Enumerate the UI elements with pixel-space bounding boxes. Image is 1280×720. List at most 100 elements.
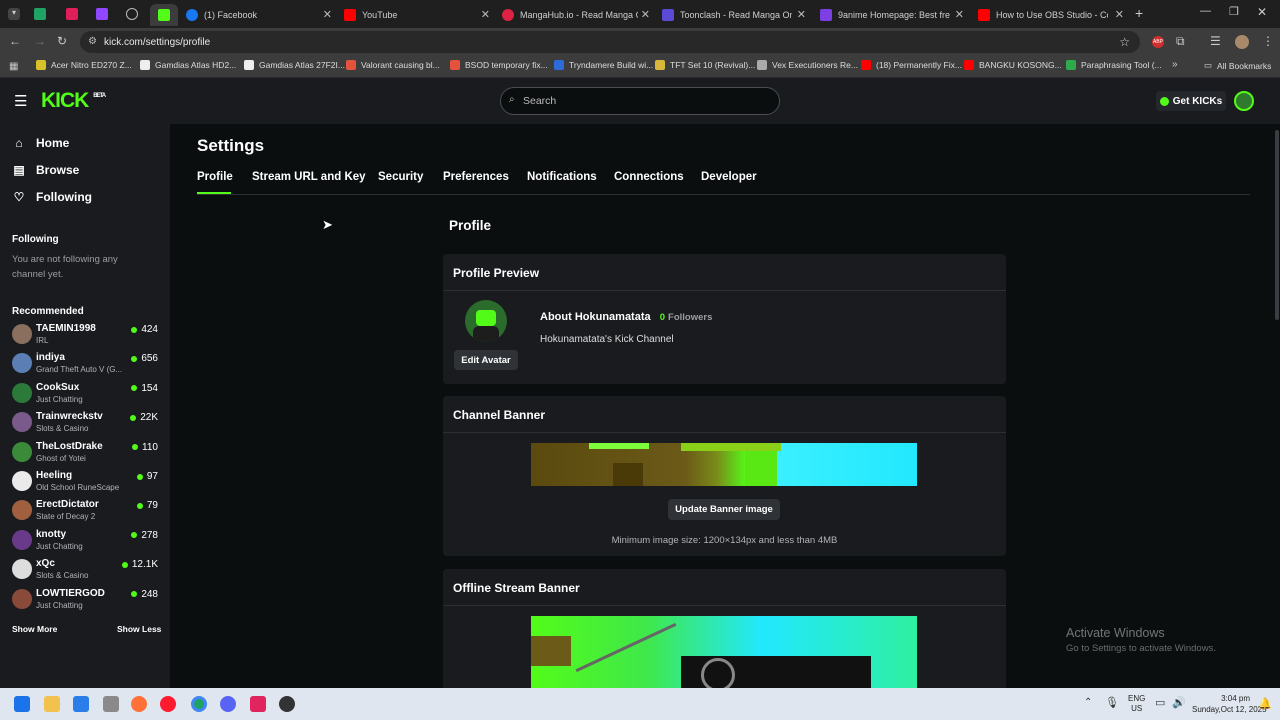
viewer-count-value: 22K [140,412,158,424]
url-bar[interactable]: ⚙ kick.com/settings/profile ☆ [80,31,1140,53]
tab-connections[interactable]: Connections [614,171,684,183]
tab-mangahub[interactable]: MangaHub.io - Read Manga Or ✕ [502,4,650,26]
apps-grid-icon[interactable]: ▦ [9,61,18,72]
close-icon[interactable]: ✕ [641,8,650,21]
back-icon[interactable]: ← [9,34,21,48]
mangahub-favicon-icon [502,9,514,21]
page-scrollbar[interactable] [1275,130,1279,320]
tab-facebook[interactable]: (1) Facebook ✕ [186,4,332,26]
sidebar: ⌂ Home ▤ Browse ♡ Following Following Yo… [0,124,170,688]
update-banner-button[interactable]: Update Banner image [668,499,780,520]
tray-chevron-icon[interactable]: ⌃ [1084,697,1092,708]
sidebar-item-home[interactable]: ⌂ Home [12,136,69,150]
close-window-icon[interactable]: ✕ [1257,5,1267,19]
channel-avatar [12,382,32,403]
close-icon[interactable]: ✕ [955,8,964,21]
kick-logo[interactable]: KICK BETA [41,89,106,113]
reading-list-icon[interactable]: ☰ [1210,34,1221,48]
recommended-channel[interactable]: ErectDictator State of Decay 2 79 [12,498,160,526]
network-icon[interactable]: ▭ [1155,696,1165,709]
minimize-icon[interactable]: — [1200,5,1211,17]
more-bookmarks-chevron-icon[interactable]: » [1172,59,1178,70]
tab-developer[interactable]: Developer [701,171,757,183]
tab-notifications[interactable]: Notifications [527,171,597,183]
bookmark-item[interactable]: Tryndamere Build wi... [554,60,653,70]
all-bookmarks-folder[interactable]: ▭ All Bookmarks [1204,60,1271,71]
site-info-icon[interactable]: ⚙ [88,36,97,47]
tab-search-icon[interactable]: ▾ [8,8,20,20]
bookmark-item[interactable]: TFT Set 10 (Revival)... [655,60,755,70]
snipping-tool-icon[interactable] [103,696,119,712]
bookmark-item[interactable]: Paraphrasing Tool (... [1066,60,1162,70]
recommended-channel[interactable]: Heeling Old School RuneScape 97 [12,469,160,497]
bookmark-item[interactable]: (18) Permanently Fix... [861,60,962,70]
pinned-tab-slack-icon[interactable] [66,8,78,20]
recommended-channel[interactable]: xQc Slots & Casino 12.1K [12,557,160,585]
bookmark-item[interactable]: BSOD temporary fix... [450,60,548,70]
reload-icon[interactable]: ↻ [57,34,67,48]
card-divider [443,432,1006,433]
adblock-extension-icon[interactable]: ABP [1152,36,1164,48]
bookmark-item[interactable]: Acer Nitro ED270 Z... [36,60,132,70]
show-more-button[interactable]: Show More [12,624,57,634]
chrome-icon[interactable] [191,696,207,712]
forward-icon[interactable]: → [34,34,46,48]
bookmark-item[interactable]: Valorant causing bl... [346,60,440,70]
recommended-channel[interactable]: CookSux Just Chatting 154 [12,381,160,409]
bookmark-item[interactable]: Vex Executioners Re... [757,60,858,70]
notepad-icon[interactable] [73,696,89,712]
tab-obs-guide[interactable]: How to Use OBS Studio - Comp ✕ [978,4,1124,26]
microphone-icon[interactable]: 🎙 [1105,696,1119,709]
recommended-channel[interactable]: TAEMIN1998 IRL 424 [12,322,160,350]
viewer-count-value: 278 [141,529,158,541]
tab-profile[interactable]: Profile [197,171,233,183]
edit-avatar-button[interactable]: Edit Avatar [454,350,518,370]
restore-icon[interactable]: ❐ [1229,5,1239,18]
search-input[interactable]: ⌕ Search [500,87,780,115]
firefox-icon[interactable] [131,696,147,712]
close-icon[interactable]: ✕ [797,8,806,21]
volume-icon[interactable]: 🔊 [1172,696,1186,709]
hamburger-menu-icon[interactable]: ☰ [14,92,27,110]
close-icon[interactable]: ✕ [481,8,490,21]
recommended-channel[interactable]: TheLostDrake Ghost of Yotei 110 [12,440,160,468]
new-tab-plus-icon[interactable]: + [1135,5,1143,21]
recommended-channel[interactable]: indiya Grand Theft Auto V (G... 656 [12,351,160,379]
clock[interactable]: 3:04 pm Sunday,Oct 12, 2025 [1192,693,1267,715]
file-explorer-icon[interactable] [44,696,60,712]
recommended-channel[interactable]: knotty Just Chatting 278 [12,528,160,556]
language-indicator[interactable]: ENG US [1128,694,1145,714]
sidebar-item-following[interactable]: ♡ Following [12,190,92,204]
tab-youtube[interactable]: YouTube ✕ [344,4,490,26]
tab-preferences[interactable]: Preferences [443,171,509,183]
close-icon[interactable]: ✕ [323,8,332,21]
start-windows-icon[interactable] [14,696,30,712]
bookmark-item[interactable]: Gamdias Atlas 27F2I... [244,60,345,70]
pinned-tab-twitch-icon[interactable] [96,8,108,20]
tab-toonclash[interactable]: Toonclash - Read Manga Online ✕ [662,4,806,26]
sidebar-item-browse[interactable]: ▤ Browse [12,163,79,177]
recommended-channel[interactable]: Trainwreckstv Slots & Casino 22K [12,410,160,438]
steam-icon[interactable] [279,696,295,712]
profile-avatar-icon[interactable] [1235,35,1249,49]
bookmark-star-icon[interactable]: ☆ [1119,35,1130,49]
browser-menu-icon[interactable]: ⋮ [1262,34,1274,48]
opera-icon[interactable] [160,696,176,712]
obs-recording-icon[interactable] [250,696,266,712]
extensions-puzzle-icon[interactable]: ⧉ [1176,34,1185,49]
recommended-channel[interactable]: LOWTIERGOD Just Chatting 248 [12,587,160,615]
tab-9anime[interactable]: 9anime Homepage: Best free ar ✕ [820,4,964,26]
discord-icon[interactable] [220,696,236,712]
pinned-tab-chatgpt-icon[interactable] [126,8,138,20]
tab-stream-url-and-key[interactable]: Stream URL and Key [252,171,366,183]
tab-security[interactable]: Security [378,171,423,183]
close-icon[interactable]: ✕ [1115,8,1124,21]
show-less-button[interactable]: Show Less [117,624,161,634]
tab-kick-active[interactable] [150,4,178,26]
bookmark-item[interactable]: Gamdias Atlas HD2... [140,60,236,70]
user-avatar[interactable] [1234,91,1254,111]
bookmark-item[interactable]: BANGKU KOSONG... [964,60,1062,70]
get-kicks-button[interactable]: Get KICKs [1156,91,1226,111]
pinned-tab-sheets-icon[interactable] [34,8,46,20]
notifications-bell-icon[interactable]: 🔔 [1258,697,1272,710]
